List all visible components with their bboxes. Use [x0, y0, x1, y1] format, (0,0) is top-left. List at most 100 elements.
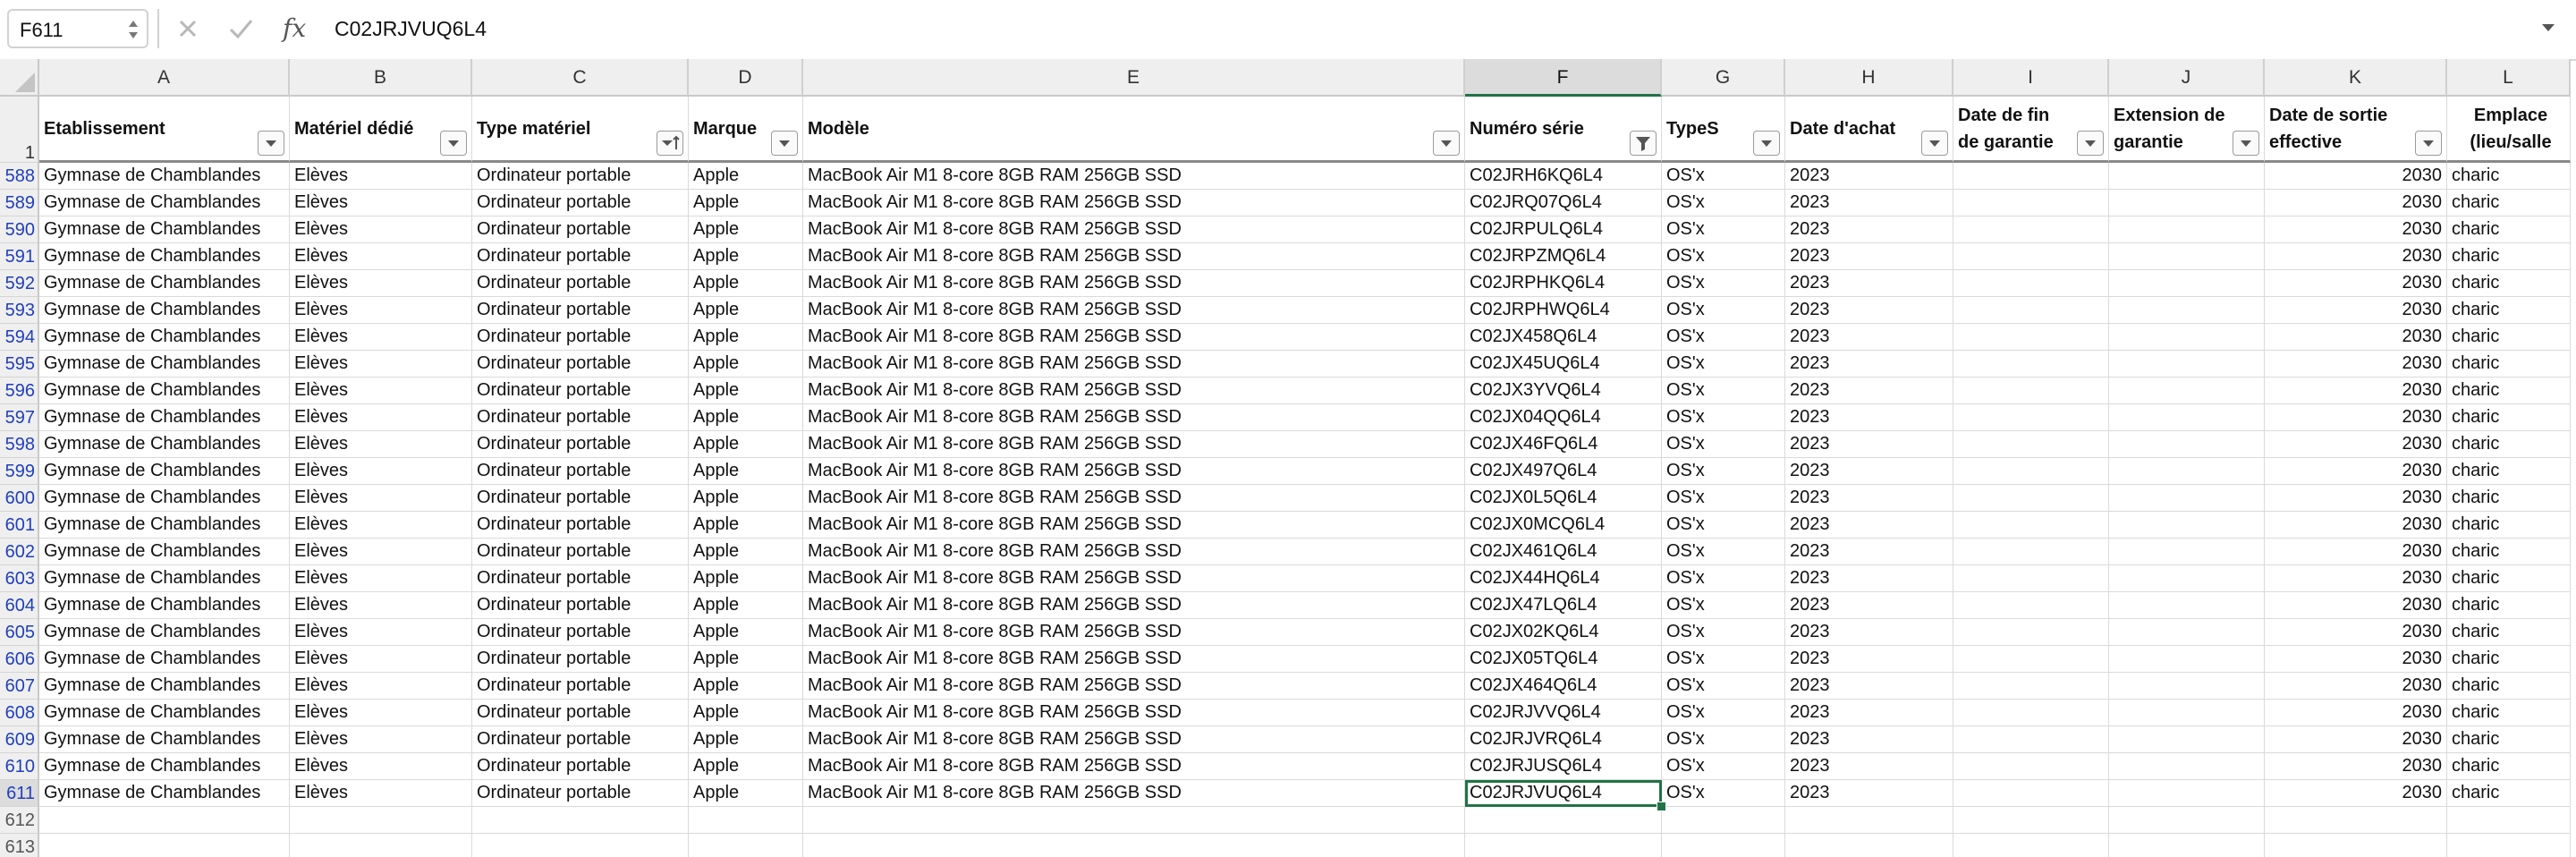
- filter-dropdown-icon[interactable]: [2233, 131, 2259, 156]
- cell-h[interactable]: 2023: [1785, 485, 1953, 512]
- cell-b[interactable]: Elèves: [290, 324, 472, 351]
- cell-i[interactable]: [1953, 539, 2109, 565]
- cell-e[interactable]: MacBook Air M1 8-core 8GB RAM 256GB SSD: [803, 565, 1465, 592]
- filter-dropdown-icon[interactable]: [440, 131, 467, 156]
- cell-e[interactable]: MacBook Air M1 8-core 8GB RAM 256GB SSD: [803, 726, 1465, 753]
- cell-e[interactable]: MacBook Air M1 8-core 8GB RAM 256GB SSD: [803, 216, 1465, 243]
- cell-j[interactable]: [2109, 646, 2265, 673]
- cell-d[interactable]: Apple: [689, 619, 803, 646]
- empty-cell[interactable]: [803, 807, 1465, 834]
- cell-j[interactable]: [2109, 216, 2265, 243]
- cell-a[interactable]: Gymnase de Chamblandes: [39, 297, 290, 324]
- row-header[interactable]: 609: [0, 726, 39, 753]
- cell-d[interactable]: Apple: [689, 780, 803, 807]
- cell-j[interactable]: [2109, 378, 2265, 404]
- cell-g[interactable]: OS'x: [1662, 753, 1785, 780]
- cell-k[interactable]: 2030: [2265, 485, 2447, 512]
- row-header[interactable]: 612: [0, 807, 39, 834]
- empty-cell[interactable]: [39, 807, 290, 834]
- cell-g[interactable]: OS'x: [1662, 726, 1785, 753]
- cell-j[interactable]: [2109, 163, 2265, 190]
- cell-d[interactable]: Apple: [689, 673, 803, 700]
- cell-k[interactable]: 2030: [2265, 243, 2447, 270]
- cell-j[interactable]: [2109, 297, 2265, 324]
- cell-j[interactable]: [2109, 673, 2265, 700]
- cell-c[interactable]: Ordinateur portable: [472, 216, 689, 243]
- row-header[interactable]: 608: [0, 700, 39, 726]
- cell-h[interactable]: 2023: [1785, 297, 1953, 324]
- cell-l[interactable]: charic: [2447, 726, 2571, 753]
- cell-d[interactable]: Apple: [689, 243, 803, 270]
- cell-d[interactable]: Apple: [689, 378, 803, 404]
- cell-k[interactable]: 2030: [2265, 592, 2447, 619]
- cell-a[interactable]: Gymnase de Chamblandes: [39, 565, 290, 592]
- cell-d[interactable]: Apple: [689, 190, 803, 216]
- header-cell-d[interactable]: Marque: [689, 97, 803, 163]
- cell-j[interactable]: [2109, 485, 2265, 512]
- cell-f[interactable]: C02JRPULQ6L4: [1465, 216, 1662, 243]
- cell-a[interactable]: Gymnase de Chamblandes: [39, 753, 290, 780]
- cell-c[interactable]: Ordinateur portable: [472, 243, 689, 270]
- cell-j[interactable]: [2109, 700, 2265, 726]
- cell-e[interactable]: MacBook Air M1 8-core 8GB RAM 256GB SSD: [803, 700, 1465, 726]
- cell-k[interactable]: 2030: [2265, 216, 2447, 243]
- cell-b[interactable]: Elèves: [290, 592, 472, 619]
- cell-h[interactable]: 2023: [1785, 539, 1953, 565]
- cell-i[interactable]: [1953, 216, 2109, 243]
- cell-i[interactable]: [1953, 592, 2109, 619]
- row-header[interactable]: 601: [0, 512, 39, 539]
- cell-h[interactable]: 2023: [1785, 351, 1953, 378]
- cell-h[interactable]: 2023: [1785, 190, 1953, 216]
- empty-cell[interactable]: [1953, 807, 2109, 834]
- cell-f[interactable]: C02JRPZMQ6L4: [1465, 243, 1662, 270]
- header-cell-f[interactable]: Numéro série: [1465, 97, 1662, 163]
- cell-j[interactable]: [2109, 592, 2265, 619]
- cell-d[interactable]: Apple: [689, 404, 803, 431]
- cell-g[interactable]: OS'x: [1662, 539, 1785, 565]
- cell-g[interactable]: OS'x: [1662, 324, 1785, 351]
- cell-b[interactable]: Elèves: [290, 485, 472, 512]
- cell-a[interactable]: Gymnase de Chamblandes: [39, 431, 290, 458]
- cell-h[interactable]: 2023: [1785, 646, 1953, 673]
- cell-b[interactable]: Elèves: [290, 565, 472, 592]
- cell-b[interactable]: Elèves: [290, 619, 472, 646]
- cell-h[interactable]: 2023: [1785, 512, 1953, 539]
- cell-g[interactable]: OS'x: [1662, 297, 1785, 324]
- cell-c[interactable]: Ordinateur portable: [472, 431, 689, 458]
- cell-a[interactable]: Gymnase de Chamblandes: [39, 243, 290, 270]
- filter-dropdown-icon[interactable]: [1753, 131, 1780, 156]
- cell-a[interactable]: Gymnase de Chamblandes: [39, 780, 290, 807]
- cell-b[interactable]: Elèves: [290, 297, 472, 324]
- cell-c[interactable]: Ordinateur portable: [472, 404, 689, 431]
- row-header[interactable]: 594: [0, 324, 39, 351]
- cell-h[interactable]: 2023: [1785, 673, 1953, 700]
- cell-i[interactable]: [1953, 700, 2109, 726]
- cell-e[interactable]: MacBook Air M1 8-core 8GB RAM 256GB SSD: [803, 351, 1465, 378]
- close-icon[interactable]: [175, 13, 200, 53]
- cell-k[interactable]: 2030: [2265, 646, 2447, 673]
- cell-j[interactable]: [2109, 780, 2265, 807]
- cell-g[interactable]: OS'x: [1662, 378, 1785, 404]
- cell-l[interactable]: charic: [2447, 163, 2571, 190]
- cell-j[interactable]: [2109, 270, 2265, 297]
- cell-e[interactable]: MacBook Air M1 8-core 8GB RAM 256GB SSD: [803, 619, 1465, 646]
- column-header-l[interactable]: L: [2447, 59, 2571, 97]
- empty-cell[interactable]: [2109, 834, 2265, 857]
- cell-l[interactable]: charic: [2447, 485, 2571, 512]
- cell-d[interactable]: Apple: [689, 565, 803, 592]
- empty-cell[interactable]: [689, 807, 803, 834]
- name-box-stepper-icon[interactable]: [127, 16, 140, 43]
- row-header[interactable]: 604: [0, 592, 39, 619]
- empty-cell[interactable]: [290, 807, 472, 834]
- cell-l[interactable]: charic: [2447, 297, 2571, 324]
- cell-j[interactable]: [2109, 404, 2265, 431]
- cell-i[interactable]: [1953, 243, 2109, 270]
- cell-a[interactable]: Gymnase de Chamblandes: [39, 539, 290, 565]
- empty-cell[interactable]: [689, 834, 803, 857]
- column-header-k[interactable]: K: [2265, 59, 2447, 97]
- cell-k[interactable]: 2030: [2265, 700, 2447, 726]
- cell-b[interactable]: Elèves: [290, 753, 472, 780]
- row-header[interactable]: 591: [0, 243, 39, 270]
- cell-c[interactable]: Ordinateur portable: [472, 458, 689, 485]
- cell-b[interactable]: Elèves: [290, 163, 472, 190]
